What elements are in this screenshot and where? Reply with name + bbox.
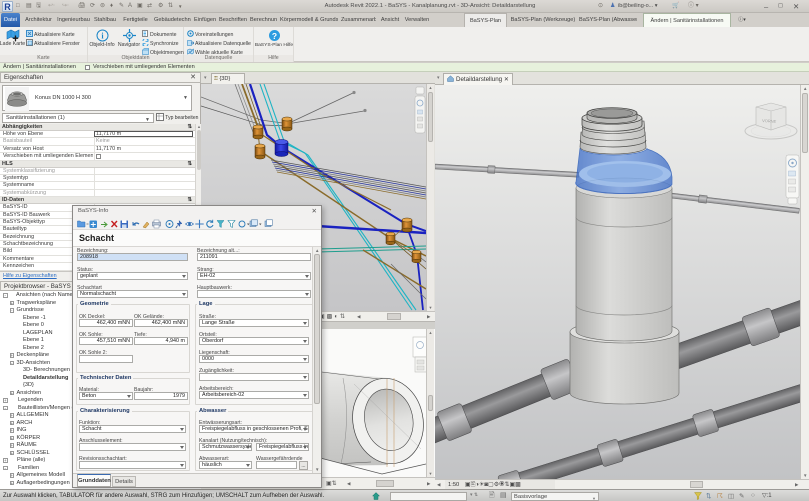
svg-text:?: ? (271, 31, 276, 41)
svg-text:VORNE: VORNE (762, 118, 777, 124)
svg-text:i: i (101, 32, 104, 41)
